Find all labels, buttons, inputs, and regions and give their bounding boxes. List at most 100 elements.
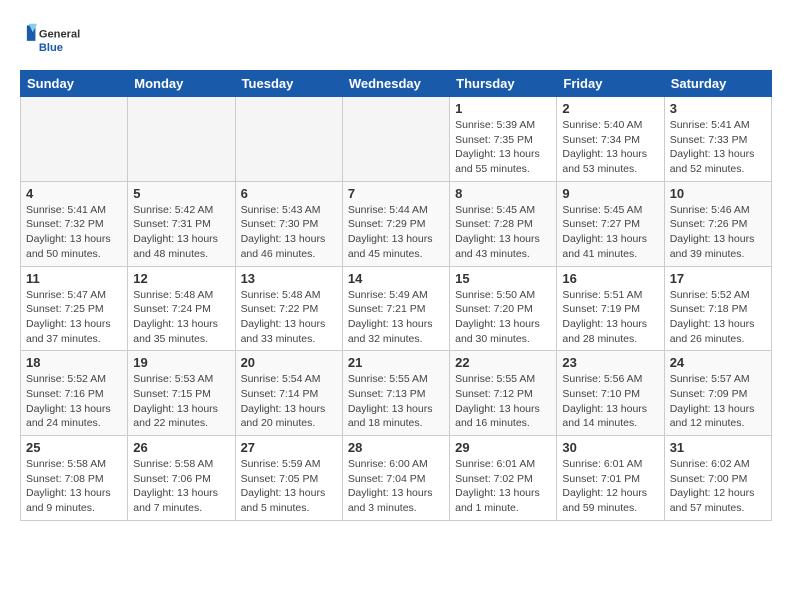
- calendar-cell: 5 Sunrise: 5:42 AMSunset: 7:31 PMDaylight…: [128, 181, 235, 266]
- calendar-cell: 12 Sunrise: 5:48 AMSunset: 7:24 PMDayligh…: [128, 266, 235, 351]
- calendar-cell: [235, 97, 342, 182]
- day-number: 22: [455, 355, 551, 370]
- calendar-cell: 8Sunrise: 5:45 AMSunset: 7:28 PMDaylight…: [450, 181, 557, 266]
- weekday-header-sunday: Sunday: [21, 71, 128, 97]
- day-info: Sunrise: 5:48 AMSunset: 7:24 PMDaylight:…: [133, 288, 229, 347]
- calendar-cell: 11 Sunrise: 5:47 AMSunset: 7:25 PMDayligh…: [21, 266, 128, 351]
- calendar-cell: 2 Sunrise: 5:40 AMSunset: 7:34 PMDaylight…: [557, 97, 664, 182]
- calendar-cell: 31 Sunrise: 6:02 AMSunset: 7:00 PMDayligh…: [664, 436, 771, 521]
- day-number: 14: [348, 271, 444, 286]
- calendar-cell: 6 Sunrise: 5:43 AMSunset: 7:30 PMDaylight…: [235, 181, 342, 266]
- calendar-cell: 9 Sunrise: 5:45 AMSunset: 7:27 PMDaylight…: [557, 181, 664, 266]
- calendar-cell: 4Sunrise: 5:41 AMSunset: 7:32 PMDaylight…: [21, 181, 128, 266]
- weekday-header-saturday: Saturday: [664, 71, 771, 97]
- calendar-week-5: 25Sunrise: 5:58 AMSunset: 7:08 PMDayligh…: [21, 436, 772, 521]
- day-info: Sunrise: 5:48 AMSunset: 7:22 PMDaylight:…: [241, 288, 337, 347]
- day-info: Sunrise: 5:49 AMSunset: 7:21 PMDaylight:…: [348, 288, 444, 347]
- calendar-cell: 13 Sunrise: 5:48 AMSunset: 7:22 PMDayligh…: [235, 266, 342, 351]
- calendar-cell: 18 Sunrise: 5:52 AMSunset: 7:16 PMDayligh…: [21, 351, 128, 436]
- day-info: Sunrise: 5:50 AMSunset: 7:20 PMDaylight:…: [455, 288, 551, 347]
- day-number: 20: [241, 355, 337, 370]
- calendar-cell: 20Sunrise: 5:54 AMSunset: 7:14 PMDayligh…: [235, 351, 342, 436]
- day-number: 16: [562, 271, 658, 286]
- weekday-header-tuesday: Tuesday: [235, 71, 342, 97]
- calendar-cell: 22 Sunrise: 5:55 AMSunset: 7:12 PMDayligh…: [450, 351, 557, 436]
- day-number: 17: [670, 271, 766, 286]
- day-info: Sunrise: 5:58 AMSunset: 7:06 PMDaylight:…: [133, 457, 229, 516]
- day-number: 31: [670, 440, 766, 455]
- day-info: Sunrise: 5:57 AMSunset: 7:09 PMDaylight:…: [670, 372, 766, 431]
- page-header: General Blue: [20, 20, 772, 60]
- calendar-cell: [128, 97, 235, 182]
- day-info: Sunrise: 6:01 AMSunset: 7:02 PMDaylight:…: [455, 457, 551, 516]
- calendar-week-1: 1 Sunrise: 5:39 AMSunset: 7:35 PMDaylight…: [21, 97, 772, 182]
- day-info: Sunrise: 5:45 AMSunset: 7:28 PMDaylight:…: [455, 203, 551, 262]
- calendar-cell: 23 Sunrise: 5:56 AMSunset: 7:10 PMDayligh…: [557, 351, 664, 436]
- day-info: Sunrise: 6:01 AMSunset: 7:01 PMDaylight:…: [562, 457, 658, 516]
- calendar-cell: 7Sunrise: 5:44 AMSunset: 7:29 PMDaylight…: [342, 181, 449, 266]
- weekday-header-row: SundayMondayTuesdayWednesdayThursdayFrid…: [21, 71, 772, 97]
- calendar-cell: 10 Sunrise: 5:46 AMSunset: 7:26 PMDayligh…: [664, 181, 771, 266]
- day-info: Sunrise: 5:44 AMSunset: 7:29 PMDaylight:…: [348, 203, 444, 262]
- calendar-cell: 26 Sunrise: 5:58 AMSunset: 7:06 PMDayligh…: [128, 436, 235, 521]
- day-number: 23: [562, 355, 658, 370]
- day-number: 10: [670, 186, 766, 201]
- day-number: 6: [241, 186, 337, 201]
- day-number: 30: [562, 440, 658, 455]
- day-info: Sunrise: 5:41 AMSunset: 7:33 PMDaylight:…: [670, 118, 766, 177]
- calendar-cell: 14 Sunrise: 5:49 AMSunset: 7:21 PMDayligh…: [342, 266, 449, 351]
- day-number: 15: [455, 271, 551, 286]
- day-info: Sunrise: 5:43 AMSunset: 7:30 PMDaylight:…: [241, 203, 337, 262]
- day-number: 9: [562, 186, 658, 201]
- calendar-cell: 15 Sunrise: 5:50 AMSunset: 7:20 PMDayligh…: [450, 266, 557, 351]
- calendar-table: SundayMondayTuesdayWednesdayThursdayFrid…: [20, 70, 772, 521]
- weekday-header-friday: Friday: [557, 71, 664, 97]
- day-info: Sunrise: 6:02 AMSunset: 7:00 PMDaylight:…: [670, 457, 766, 516]
- day-info: Sunrise: 5:58 AMSunset: 7:08 PMDaylight:…: [26, 457, 122, 516]
- day-info: Sunrise: 5:39 AMSunset: 7:35 PMDaylight:…: [455, 118, 551, 177]
- calendar-cell: [21, 97, 128, 182]
- day-info: Sunrise: 5:40 AMSunset: 7:34 PMDaylight:…: [562, 118, 658, 177]
- day-info: Sunrise: 6:00 AMSunset: 7:04 PMDaylight:…: [348, 457, 444, 516]
- day-number: 1: [455, 101, 551, 116]
- calendar-cell: 25Sunrise: 5:58 AMSunset: 7:08 PMDayligh…: [21, 436, 128, 521]
- day-info: Sunrise: 5:46 AMSunset: 7:26 PMDaylight:…: [670, 203, 766, 262]
- day-info: Sunrise: 5:55 AMSunset: 7:12 PMDaylight:…: [455, 372, 551, 431]
- day-number: 27: [241, 440, 337, 455]
- day-number: 29: [455, 440, 551, 455]
- day-info: Sunrise: 5:53 AMSunset: 7:15 PMDaylight:…: [133, 372, 229, 431]
- day-number: 24: [670, 355, 766, 370]
- calendar-cell: 29 Sunrise: 6:01 AMSunset: 7:02 PMDayligh…: [450, 436, 557, 521]
- calendar-cell: 21 Sunrise: 5:55 AMSunset: 7:13 PMDayligh…: [342, 351, 449, 436]
- calendar-cell: 28Sunrise: 6:00 AMSunset: 7:04 PMDayligh…: [342, 436, 449, 521]
- calendar-week-3: 11 Sunrise: 5:47 AMSunset: 7:25 PMDayligh…: [21, 266, 772, 351]
- day-info: Sunrise: 5:42 AMSunset: 7:31 PMDaylight:…: [133, 203, 229, 262]
- day-info: Sunrise: 5:47 AMSunset: 7:25 PMDaylight:…: [26, 288, 122, 347]
- day-info: Sunrise: 5:56 AMSunset: 7:10 PMDaylight:…: [562, 372, 658, 431]
- day-number: 11: [26, 271, 122, 286]
- day-number: 2: [562, 101, 658, 116]
- calendar-cell: 19Sunrise: 5:53 AMSunset: 7:15 PMDayligh…: [128, 351, 235, 436]
- logo-svg: General Blue: [20, 20, 80, 60]
- day-number: 21: [348, 355, 444, 370]
- day-info: Sunrise: 5:45 AMSunset: 7:27 PMDaylight:…: [562, 203, 658, 262]
- day-info: Sunrise: 5:55 AMSunset: 7:13 PMDaylight:…: [348, 372, 444, 431]
- day-number: 26: [133, 440, 229, 455]
- day-number: 18: [26, 355, 122, 370]
- svg-text:General: General: [39, 28, 80, 40]
- calendar-cell: 17Sunrise: 5:52 AMSunset: 7:18 PMDayligh…: [664, 266, 771, 351]
- day-info: Sunrise: 5:52 AMSunset: 7:16 PMDaylight:…: [26, 372, 122, 431]
- day-info: Sunrise: 5:59 AMSunset: 7:05 PMDaylight:…: [241, 457, 337, 516]
- day-number: 5: [133, 186, 229, 201]
- svg-text:Blue: Blue: [39, 42, 63, 54]
- calendar-cell: 30 Sunrise: 6:01 AMSunset: 7:01 PMDayligh…: [557, 436, 664, 521]
- day-number: 12: [133, 271, 229, 286]
- weekday-header-monday: Monday: [128, 71, 235, 97]
- calendar-cell: 3Sunrise: 5:41 AMSunset: 7:33 PMDaylight…: [664, 97, 771, 182]
- calendar-week-2: 4Sunrise: 5:41 AMSunset: 7:32 PMDaylight…: [21, 181, 772, 266]
- day-number: 4: [26, 186, 122, 201]
- calendar-cell: 24 Sunrise: 5:57 AMSunset: 7:09 PMDayligh…: [664, 351, 771, 436]
- day-number: 13: [241, 271, 337, 286]
- logo: General Blue: [20, 20, 80, 60]
- calendar-cell: [342, 97, 449, 182]
